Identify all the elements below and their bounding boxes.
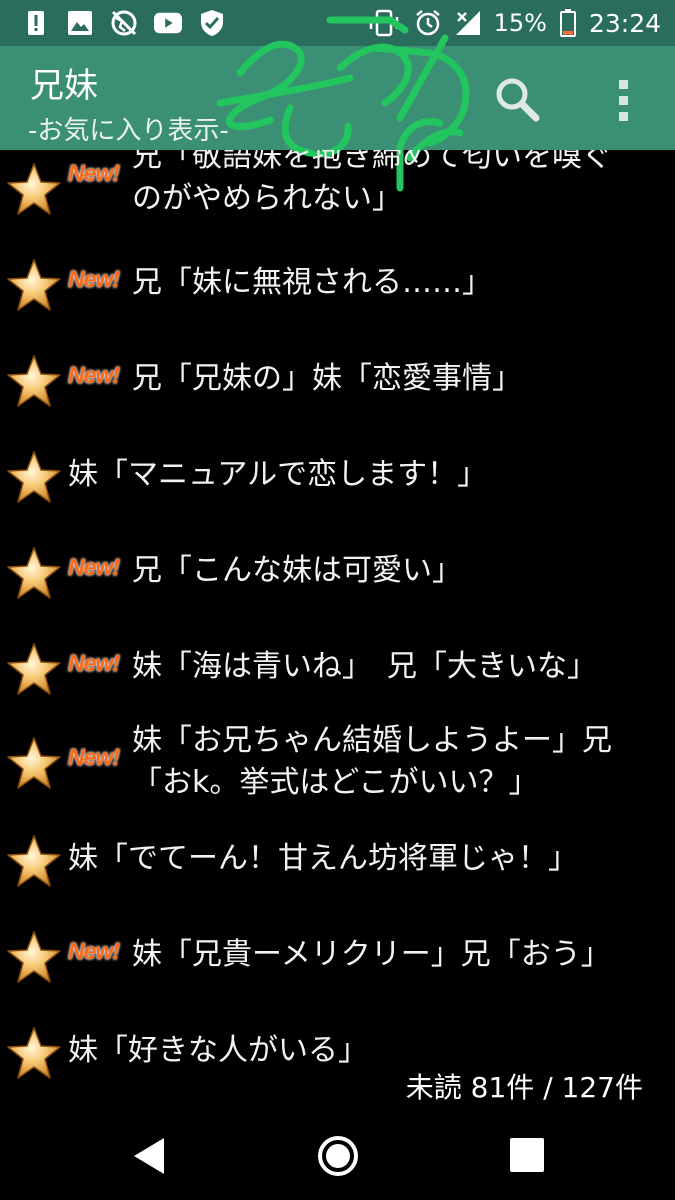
overflow-menu-button[interactable] xyxy=(608,72,638,128)
unread-count: 未読 81件 / 127件 xyxy=(405,1071,643,1104)
list-item[interactable]: 妹「マニュアルで恋します！」 xyxy=(0,438,675,534)
star-icon[interactable] xyxy=(6,258,62,314)
battery-percent: 15% xyxy=(493,9,547,37)
status-bar: 15% 23:24 xyxy=(0,0,675,46)
item-title-line2: 「おk。挙式はどこがいい？」 xyxy=(132,765,539,800)
status-icons-right: 15% 23:24 xyxy=(366,6,661,40)
back-icon[interactable] xyxy=(130,1134,170,1178)
app-title: 兄妹 xyxy=(30,66,98,106)
list-item[interactable]: New! 兄「敬語妹を抱き締めて匂いを嗅ぐ のがやめられない」 xyxy=(0,150,675,246)
star-icon[interactable] xyxy=(6,450,62,506)
star-icon[interactable] xyxy=(6,834,62,890)
status-icons-left xyxy=(22,9,226,37)
new-badge: New! xyxy=(68,160,120,186)
home-icon[interactable] xyxy=(316,1134,360,1178)
globe-off-icon xyxy=(110,9,138,37)
recent-apps-icon[interactable] xyxy=(510,1138,544,1172)
item-title: 兄「こんな妹は可愛い」 xyxy=(132,553,462,588)
more-vert-icon xyxy=(618,95,628,105)
item-title: 妹「海は青いね」 兄「大きいな」 xyxy=(132,649,597,684)
item-title: 妹「マニュアルで恋します！」 xyxy=(68,457,488,492)
favorites-list: New! 兄「敬語妹を抱き締めて匂いを嗅ぐ のがやめられない」 New! 兄「妹… xyxy=(0,150,675,1110)
list-item[interactable]: New! 兄「こんな妹は可愛い」 xyxy=(0,534,675,630)
navigation-bar xyxy=(0,1112,675,1200)
clock: 23:24 xyxy=(588,8,661,38)
star-icon[interactable] xyxy=(6,546,62,602)
list-item[interactable]: New! 妹「お兄ちゃん結婚しようよー」兄 「おk。挙式はどこがいい？」 xyxy=(0,718,675,822)
youtube-icon xyxy=(154,9,182,37)
star-icon[interactable] xyxy=(6,162,62,218)
list-item[interactable]: 妹「でてーん！甘えん坊将軍じゃ！」 xyxy=(0,822,675,918)
vibrate-icon xyxy=(366,9,402,37)
list-item[interactable]: New! 兄「妹に無視される……」 xyxy=(0,246,675,342)
item-title: 妹「でてーん！甘えん坊将軍じゃ！」 xyxy=(68,841,578,876)
item-title: 妹「兄貴ーメリクリー」兄「おう」 xyxy=(132,937,611,972)
star-icon[interactable] xyxy=(6,736,62,792)
new-badge: New! xyxy=(68,266,120,292)
new-badge: New! xyxy=(68,362,120,388)
item-title-line2: のがやめられない」 xyxy=(132,181,402,216)
new-badge: New! xyxy=(68,554,120,580)
more-vert-icon xyxy=(618,111,628,121)
image-icon xyxy=(66,9,94,37)
item-title: 兄「妹に無視される……」 xyxy=(132,265,492,300)
list-item[interactable]: New! 妹「兄貴ーメリクリー」兄「おう」 xyxy=(0,918,675,1014)
star-icon[interactable] xyxy=(6,930,62,986)
item-title: 妹「お兄ちゃん結婚しようよー」兄 xyxy=(132,723,612,758)
app-bar: 兄妹 -お気に入り表示- xyxy=(0,46,675,150)
list-item[interactable]: New! 妹「海は青いね」 兄「大きいな」 xyxy=(0,630,675,726)
alert-icon xyxy=(22,9,50,37)
star-icon[interactable] xyxy=(6,1026,62,1082)
new-badge: New! xyxy=(68,650,120,676)
star-icon[interactable] xyxy=(6,354,62,410)
item-title: 兄「敬語妹を抱き締めて匂いを嗅ぐ xyxy=(132,150,612,174)
new-badge: New! xyxy=(68,744,120,770)
search-button[interactable] xyxy=(494,76,540,122)
list-item[interactable]: New! 兄「兄妹の」妹「恋愛事情」 xyxy=(0,342,675,438)
item-title: 妹「好きな人がいる」 xyxy=(68,1033,368,1068)
search-icon xyxy=(496,78,540,122)
alarm-icon xyxy=(414,9,442,37)
battery-icon xyxy=(559,9,577,37)
new-badge: New! xyxy=(68,938,120,964)
star-icon[interactable] xyxy=(6,642,62,698)
screen: 15% 23:24 兄妹 -お気に入り表示- New! 兄「敬語妹を抱き締めて匂… xyxy=(0,0,675,1200)
more-vert-icon xyxy=(618,79,628,89)
signal-icon xyxy=(454,9,482,37)
item-title: 兄「兄妹の」妹「恋愛事情」 xyxy=(132,361,522,396)
app-subtitle: -お気に入り表示- xyxy=(28,116,229,146)
shield-check-icon xyxy=(198,9,226,37)
